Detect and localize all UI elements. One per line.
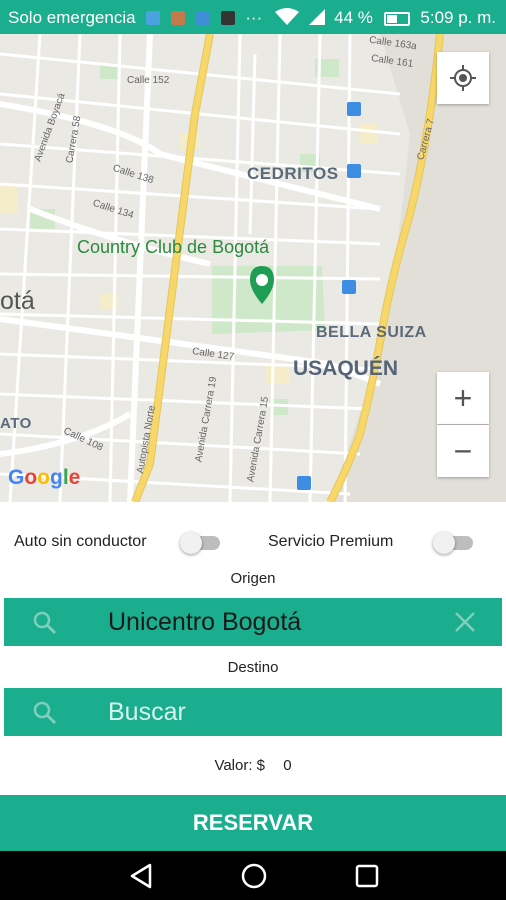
zoom-in-button[interactable]: +: [437, 372, 489, 424]
search-icon: [33, 701, 57, 725]
map-view[interactable]: Calle 152 Calle 138 Calle 134 Calle 127 …: [0, 34, 506, 502]
toggle-thumb: [433, 532, 455, 554]
back-icon[interactable]: [128, 863, 154, 889]
location-notification-icon: [146, 11, 161, 25]
signal-icon: [309, 9, 326, 25]
price-value: 0: [283, 757, 292, 774]
origin-field[interactable]: Unicentro Bogotá: [4, 598, 502, 646]
driverless-toggle[interactable]: [180, 532, 222, 554]
my-location-button[interactable]: [437, 52, 489, 104]
reserve-button[interactable]: RESERVAR: [0, 795, 506, 851]
premium-toggle[interactable]: [433, 532, 475, 554]
clock: 5:09 p. m.: [420, 8, 496, 27]
wifi-icon: [274, 8, 299, 25]
navigation-bar: [0, 851, 506, 900]
origin-label: Origen: [230, 570, 276, 587]
battery-icon: [383, 12, 410, 26]
street-label: Calle 152: [127, 75, 170, 86]
search-icon: [33, 611, 57, 635]
status-bar: Solo emergencia ··· 44 % 5:09 p. m.: [0, 0, 506, 34]
zoom-out-button[interactable]: −: [437, 425, 489, 477]
google-logo: Google: [8, 466, 81, 489]
destination-label: Destino: [227, 659, 279, 676]
crosshair-icon: [450, 65, 476, 91]
more-notifications-icon: ···: [245, 8, 263, 27]
district-label: ATO: [0, 415, 32, 432]
origin-value: Unicentro Bogotá: [108, 608, 302, 636]
destination-placeholder: Buscar: [108, 698, 186, 726]
price-row: Valor: $ 0: [0, 757, 506, 774]
district-label: BELLA SUIZA: [316, 324, 427, 341]
park-label: Country Club de Bogotá: [77, 237, 270, 257]
carrier-text: Solo emergencia: [8, 8, 136, 27]
image-notification-icon: [220, 11, 235, 25]
district-label: USAQUÉN: [293, 357, 399, 380]
app-notification-icon: [171, 11, 186, 25]
district-label: CEDRITOS: [247, 164, 339, 183]
clear-icon[interactable]: [454, 611, 476, 633]
premium-toggle-label: Servicio Premium: [268, 533, 394, 550]
driverless-toggle-label: Auto sin conductor: [14, 533, 147, 550]
toggle-thumb: [180, 532, 202, 554]
battery-percent: 44 %: [334, 8, 373, 27]
recents-icon[interactable]: [354, 863, 380, 889]
maps-notification-icon: [195, 11, 210, 25]
destination-field[interactable]: Buscar: [4, 688, 502, 736]
price-label: Valor: $: [214, 757, 266, 774]
home-icon[interactable]: [241, 863, 267, 889]
city-label: otá: [0, 287, 35, 315]
